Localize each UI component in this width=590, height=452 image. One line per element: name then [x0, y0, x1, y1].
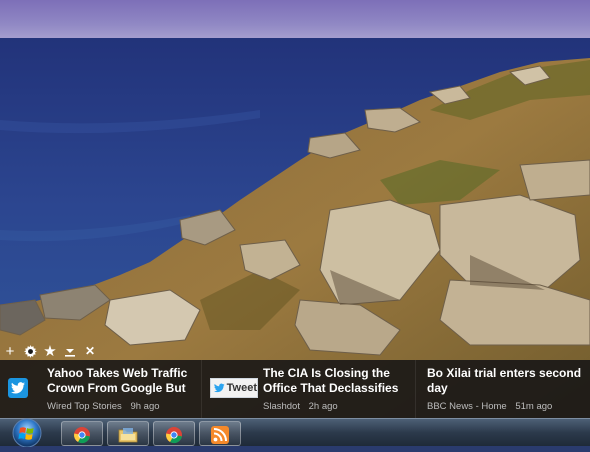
story-age: 9h ago: [130, 401, 160, 412]
story-title[interactable]: Yahoo Takes Web Traffic Crown From Googl…: [47, 366, 197, 396]
story-title[interactable]: Bo Xilai trial enters second day: [427, 366, 589, 396]
story-meta: BBC News - Home 51m ago: [427, 401, 558, 412]
taskbar-app-explorer[interactable]: [107, 421, 149, 446]
star-icon: ★: [43, 342, 57, 360]
close-icon: ✕: [84, 344, 96, 358]
start-button[interactable]: [8, 417, 46, 448]
taskbar-app-rss[interactable]: [199, 421, 241, 446]
taskbar-app-chrome[interactable]: [61, 421, 103, 446]
story-age: 2h ago: [308, 401, 338, 412]
story-source: Wired Top Stories: [47, 401, 122, 412]
rss-icon: [211, 426, 229, 444]
twitter-bird-icon: [8, 378, 28, 398]
tweet-button: Tweet: [210, 378, 258, 398]
story-source: BBC News - Home: [427, 401, 507, 412]
chrome-icon: [74, 427, 90, 444]
story-title[interactable]: The CIA Is Closing the Office That Decla…: [263, 366, 413, 396]
download-arrow-icon: [64, 345, 76, 357]
gear-icon: [23, 344, 37, 358]
story-meta: Wired Top Stories 9h ago: [47, 401, 166, 412]
twitter-bird-icon: [214, 383, 225, 393]
chrome-icon: [166, 427, 182, 444]
ticker-toolbar: + ★ ✕: [0, 342, 100, 360]
story-source: Slashdot: [263, 401, 300, 412]
story-age: 51m ago: [515, 401, 553, 412]
folder-icon: [118, 428, 138, 443]
news-story[interactable]: Tweet The CIA Is Closing the Office That…: [202, 360, 416, 418]
story-meta: Slashdot 2h ago: [263, 401, 344, 412]
minimize-button[interactable]: [60, 342, 80, 360]
favorite-button[interactable]: ★: [40, 342, 60, 360]
settings-button[interactable]: [20, 342, 40, 360]
taskbar: [0, 417, 590, 448]
windows-logo-icon: [12, 418, 42, 448]
tweet-label: Tweet: [226, 382, 257, 394]
plus-icon: +: [5, 342, 15, 360]
add-button[interactable]: +: [0, 342, 20, 360]
taskbar-app-chrome[interactable]: [153, 421, 195, 446]
news-ticker: Yahoo Takes Web Traffic Crown From Googl…: [0, 360, 590, 418]
news-story[interactable]: Bo Xilai trial enters second day BBC New…: [416, 360, 590, 418]
news-story[interactable]: Yahoo Takes Web Traffic Crown From Googl…: [0, 360, 202, 418]
close-button[interactable]: ✕: [80, 342, 100, 360]
